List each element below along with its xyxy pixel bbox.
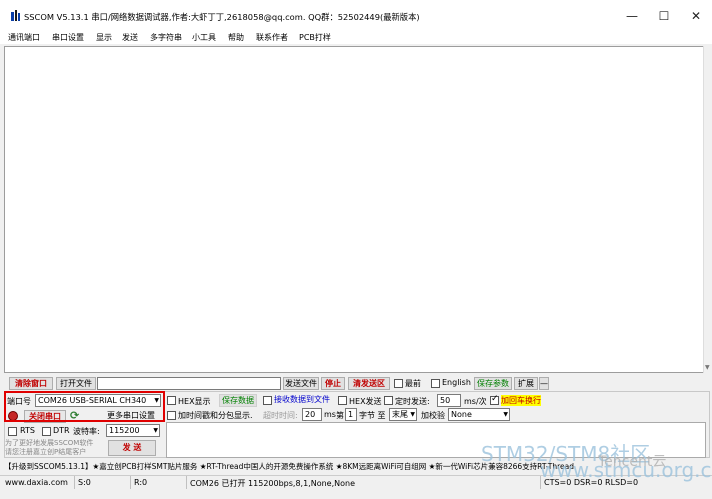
window-title: SSCOM V5.13.1 串口/网络数据调试器,作者:大虾丁丁,2618058… — [24, 12, 420, 22]
receive-scrollbar[interactable] — [703, 46, 712, 373]
menu-bar: 通讯端口 串口设置 显示 发送 多字符串 小工具 帮助 联系作者 PCB打样 — [0, 30, 712, 44]
recv-to-file-label: 接收数据到文件 — [274, 395, 330, 404]
checksum-select[interactable]: None ▼ — [448, 408, 510, 421]
baud-select[interactable]: 115200 ▼ — [106, 424, 160, 437]
bytes-to-label: 字节 至 — [359, 411, 386, 420]
recv-to-file-checkbox[interactable] — [263, 396, 272, 405]
receive-textarea[interactable] — [4, 46, 712, 373]
stop-button[interactable]: 停止 — [321, 377, 345, 390]
checksum-label: 加校验 — [421, 411, 445, 420]
status-separator — [74, 476, 75, 489]
add-crlf-checkbox[interactable] — [490, 394, 499, 405]
hex-send-checkbox[interactable] — [338, 396, 347, 405]
checksum-select-value: None — [451, 410, 472, 419]
nth-input[interactable]: 1 — [345, 408, 357, 421]
dtr-label: DTR — [53, 426, 70, 435]
timed-send-label: 定时发送: — [395, 397, 430, 406]
menu-serial-settings[interactable]: 串口设置 — [52, 32, 84, 43]
menu-comm-port[interactable]: 通讯端口 — [8, 32, 40, 43]
latest-checkbox[interactable] — [394, 379, 403, 388]
save-params-button[interactable]: 保存参数 — [474, 377, 512, 390]
timeout-label: 超时时间: — [263, 411, 298, 420]
menu-tools[interactable]: 小工具 — [192, 32, 216, 43]
timeout-unit: ms — [324, 410, 336, 419]
port-highlight-box — [4, 391, 165, 422]
scroll-down-icon[interactable]: ▼ — [705, 364, 710, 371]
baud-label: 波特率: — [73, 427, 100, 436]
close-button[interactable]: ✕ — [678, 5, 712, 27]
rts-label: RTS — [20, 426, 35, 435]
interval-unit: ms/次 — [464, 397, 487, 406]
nth-label: 第 — [336, 411, 344, 420]
menu-send[interactable]: 发送 — [122, 32, 138, 43]
menu-pcb[interactable]: PCB打样 — [299, 32, 331, 43]
hex-send-label: HEX发送 — [349, 397, 382, 406]
timestamp-label: 加时间戳和分包显示. — [178, 411, 253, 420]
send-file-button[interactable]: 发送文件 — [283, 377, 319, 390]
collapse-button[interactable]: — — [539, 377, 549, 390]
timestamp-checkbox[interactable] — [167, 411, 176, 420]
status-separator — [130, 476, 131, 489]
english-label: English — [442, 378, 471, 387]
menu-display[interactable]: 显示 — [96, 32, 112, 43]
menu-multi-string[interactable]: 多字符串 — [150, 32, 182, 43]
rts-checkbox[interactable] — [8, 427, 17, 436]
chevron-down-icon: ▼ — [503, 411, 508, 418]
status-port-state: COM26 已打开 115200bps,8,1,None,None — [190, 479, 356, 488]
watermark-url: www.stmcu.org.cn — [540, 458, 712, 482]
menu-help[interactable]: 帮助 — [228, 32, 244, 43]
save-data-button[interactable]: 保存数据 — [219, 394, 257, 407]
chevron-down-icon: ▼ — [410, 411, 415, 418]
status-separator — [186, 476, 187, 489]
timed-send-checkbox[interactable] — [384, 396, 393, 405]
expand-button[interactable]: 扩展 — [514, 377, 538, 390]
send-button[interactable]: 发 送 — [108, 440, 156, 456]
end-select[interactable]: 末尾 ▼ — [389, 408, 417, 421]
open-file-button[interactable]: 打开文件 — [56, 377, 96, 390]
maximize-button[interactable]: ☐ — [646, 5, 682, 27]
clear-window-button[interactable]: 清除窗口 — [9, 377, 53, 390]
title-bar: SSCOM V5.13.1 串口/网络数据调试器,作者:大虾丁丁,2618058… — [0, 0, 712, 30]
promo-text: 为了更好地发展SSCOM软件 请您注册嘉立创P结尾客户 — [5, 439, 94, 456]
add-crlf-label: 加回车换行 — [501, 395, 541, 406]
menu-contact[interactable]: 联系作者 — [256, 32, 288, 43]
hex-display-label: HEX显示 — [178, 397, 211, 406]
file-path-field[interactable] — [97, 377, 281, 390]
hex-display-checkbox[interactable] — [167, 396, 176, 405]
status-sent-count: S:0 — [78, 478, 91, 487]
dtr-checkbox[interactable] — [42, 427, 51, 436]
clear-send-button[interactable]: 清发送区 — [348, 377, 390, 390]
latest-label: 最前 — [405, 379, 421, 388]
status-received-count: R:0 — [134, 478, 148, 487]
interval-input[interactable]: 50 — [437, 394, 461, 407]
app-icon — [10, 10, 21, 22]
timeout-input[interactable]: 20 — [302, 408, 322, 421]
minimize-button[interactable]: — — [614, 5, 650, 27]
status-website[interactable]: www.daxia.com — [5, 478, 68, 487]
end-select-value: 末尾 — [392, 410, 408, 419]
baud-select-value: 115200 — [109, 426, 140, 435]
english-checkbox[interactable] — [431, 379, 440, 388]
chevron-down-icon: ▼ — [153, 427, 158, 434]
